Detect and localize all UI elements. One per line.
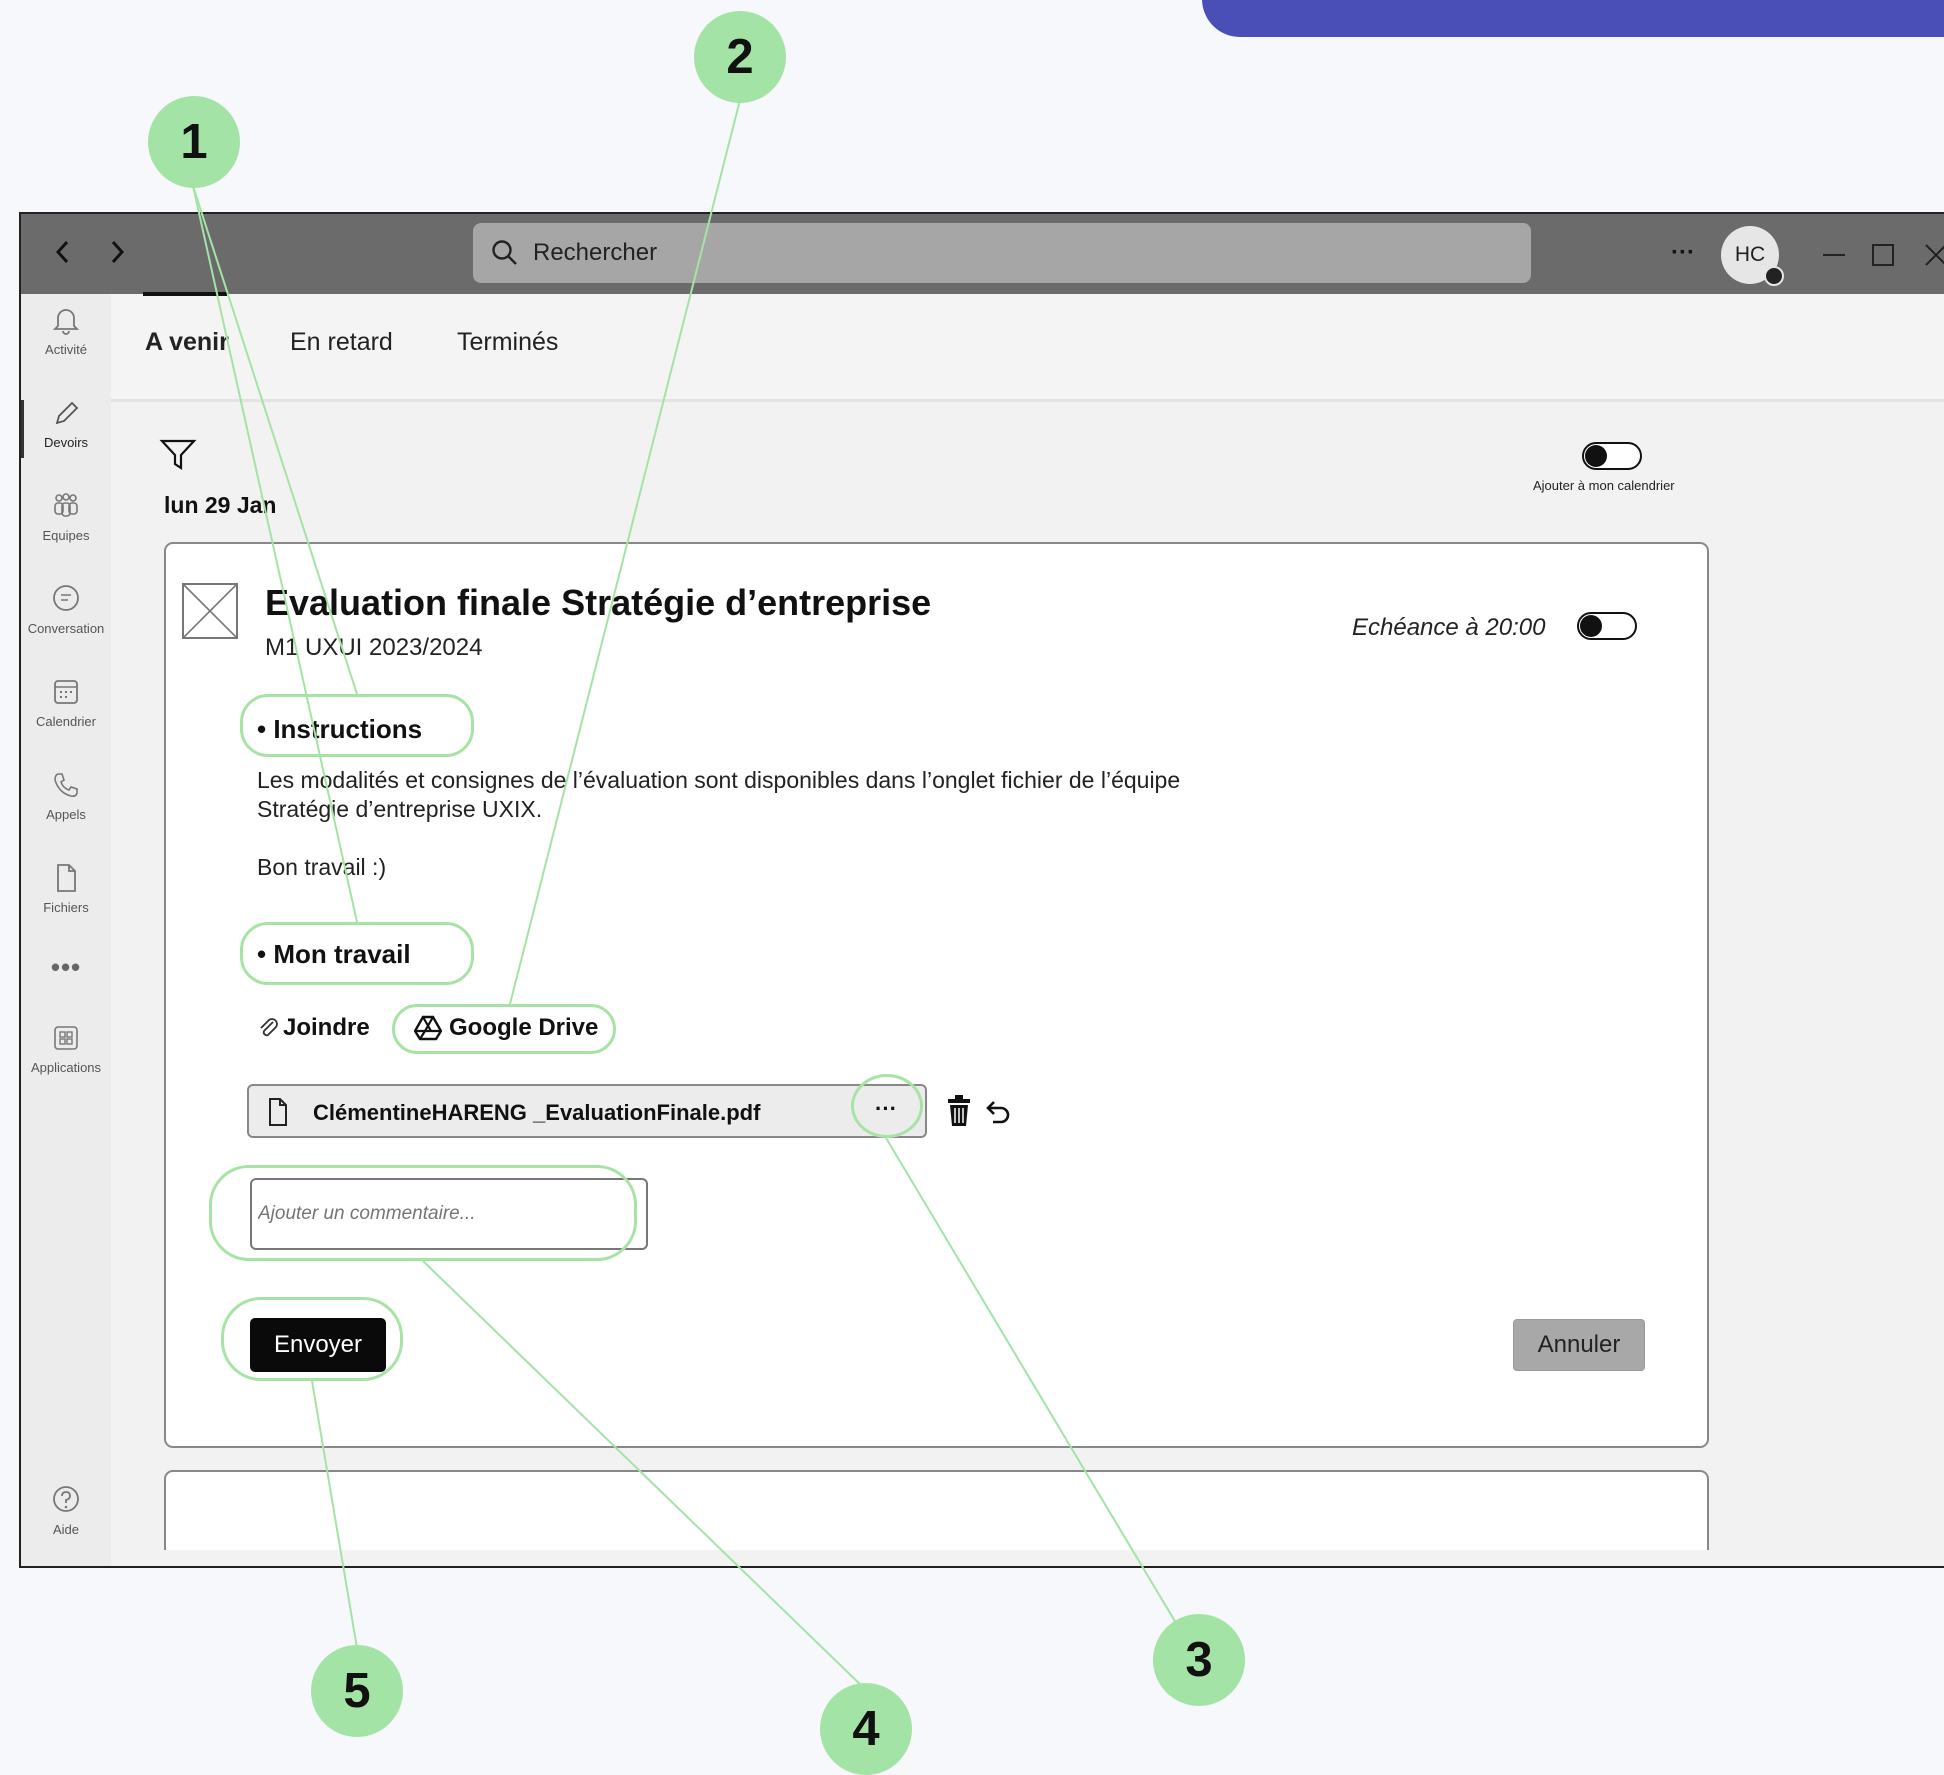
sidebar-item-label: Conversation — [27, 621, 105, 636]
sidebar-item-label: Calendrier — [36, 714, 96, 729]
sidebar-item-label: Devoirs — [43, 435, 89, 450]
due-label: Echéance à 20:00 — [1352, 614, 1546, 641]
chevron-left-icon — [55, 240, 69, 264]
annotation-badge-5: 5 — [311, 1645, 403, 1737]
maximize-button[interactable] — [1868, 240, 1898, 270]
sidebar-item-label: Fichiers — [43, 900, 89, 915]
sidebar-item-appels[interactable]: Appels — [21, 769, 111, 859]
back-button[interactable] — [43, 232, 83, 272]
date-label: lun 29 Jan — [164, 492, 277, 518]
sidebar-item-applications[interactable]: Applications — [21, 1022, 111, 1112]
sidebar-item-label: Applications — [30, 1060, 102, 1075]
image-placeholder-icon — [182, 583, 238, 639]
more-options-icon[interactable]: ··· — [1661, 238, 1705, 268]
trash-icon[interactable] — [945, 1094, 973, 1128]
sidebar-item-fichiers[interactable]: Fichiers — [21, 862, 111, 952]
help-icon — [53, 1486, 79, 1512]
forward-button[interactable] — [97, 232, 137, 272]
comment-input[interactable] — [250, 1178, 648, 1250]
people-icon — [54, 493, 78, 517]
sidebar-item-aide[interactable]: Aide — [21, 1484, 111, 1566]
google-drive-button[interactable]: Google Drive — [414, 1014, 598, 1042]
sidebar-item-calendrier[interactable]: Calendrier — [21, 676, 111, 766]
annotation-badge-4: 4 — [820, 1683, 912, 1775]
more-icon: ••• — [50, 952, 82, 982]
toggle-knob — [1585, 445, 1607, 467]
status-dot — [1764, 266, 1784, 286]
search-icon — [492, 240, 517, 265]
send-button[interactable]: Envoyer — [250, 1318, 386, 1372]
attach-label: Joindre — [283, 1014, 370, 1041]
file-more-button[interactable]: ··· — [875, 1096, 897, 1122]
instructions-line-2: Stratégie d’entreprise UXIX. — [257, 796, 543, 822]
google-drive-icon — [414, 1015, 442, 1041]
tab-bar: A venir En retard Terminés — [111, 294, 1944, 402]
top-banner — [1202, 0, 1944, 37]
work-heading: • Mon travail — [257, 939, 411, 969]
annotation-badge-1: 1 — [148, 96, 240, 188]
close-icon — [1925, 244, 1944, 266]
sidebar: Activité Devoirs Equipes Conversation Ca… — [21, 294, 111, 1566]
attached-file[interactable]: ClémentineHARENG _EvaluationFinale.pdf ·… — [247, 1084, 927, 1138]
instructions-heading: • Instructions — [257, 714, 423, 744]
search-bar[interactable]: Rechercher — [473, 223, 1531, 283]
annotation-badge-2: 2 — [694, 11, 786, 103]
title-bar: Rechercher ··· HC — [21, 214, 1944, 294]
filter-icon — [159, 439, 197, 471]
undo-icon[interactable] — [983, 1097, 1013, 1127]
toggle-knob — [1580, 615, 1602, 637]
instructions-line-1: Les modalités et consignes de l’évaluati… — [257, 767, 1181, 793]
sidebar-item-label: Aide — [52, 1522, 80, 1537]
cancel-button[interactable]: Annuler — [1513, 1319, 1645, 1371]
app-window: Rechercher ··· HC Activité Devoirs Equip… — [19, 212, 1944, 1568]
instructions-line-3: Bon travail :) — [257, 854, 387, 880]
tab-en-retard[interactable]: En retard — [290, 328, 393, 357]
minimize-icon — [1823, 254, 1845, 256]
active-tab-underline — [143, 292, 227, 296]
sidebar-item-activite[interactable]: Activité — [21, 304, 111, 394]
sidebar-item-conversation[interactable]: Conversation — [21, 583, 111, 673]
maximize-icon — [1872, 244, 1894, 266]
filter-button[interactable] — [159, 438, 197, 477]
chevron-right-icon — [111, 240, 125, 264]
calendar-icon — [54, 680, 78, 704]
sidebar-item-label: Appels — [46, 807, 86, 822]
phone-icon — [54, 773, 78, 797]
sidebar-item-label: Equipes — [42, 528, 90, 543]
assignment-card — [164, 542, 1709, 1448]
calendar-toggle[interactable] — [1582, 442, 1642, 470]
sidebar-item-label: Activité — [45, 342, 87, 357]
calendar-toggle-label: Ajouter à mon calendrier — [1533, 478, 1675, 493]
apps-icon — [54, 1026, 78, 1050]
file-icon — [57, 864, 76, 892]
sidebar-item-devoirs[interactable]: Devoirs — [21, 397, 111, 487]
google-drive-label: Google Drive — [449, 1014, 599, 1041]
sidebar-more-button[interactable]: ••• — [21, 952, 111, 992]
tab-termines[interactable]: Terminés — [457, 328, 558, 357]
file-icon — [269, 1098, 287, 1126]
assignment-title: Evaluation finale Stratégie d’entreprise — [265, 582, 932, 623]
file-name: ClémentineHARENG _EvaluationFinale.pdf — [313, 1100, 761, 1125]
tab-a-venir[interactable]: A venir — [145, 328, 229, 357]
chat-icon — [53, 585, 79, 611]
annotation-badge-3: 3 — [1153, 1614, 1245, 1706]
minimize-button[interactable] — [1819, 240, 1849, 270]
search-placeholder: Rechercher — [533, 239, 658, 266]
attach-button[interactable]: Joindre — [258, 1014, 370, 1042]
bell-icon — [52, 309, 80, 335]
assignment-subtitle: M1 UXUI 2023/2024 — [265, 634, 483, 661]
close-button[interactable] — [1921, 240, 1944, 270]
pencil-icon — [55, 401, 79, 425]
due-toggle[interactable] — [1577, 612, 1637, 640]
next-assignment-card — [164, 1470, 1709, 1550]
sidebar-item-equipes[interactable]: Equipes — [21, 490, 111, 580]
paperclip-icon — [260, 1018, 278, 1037]
